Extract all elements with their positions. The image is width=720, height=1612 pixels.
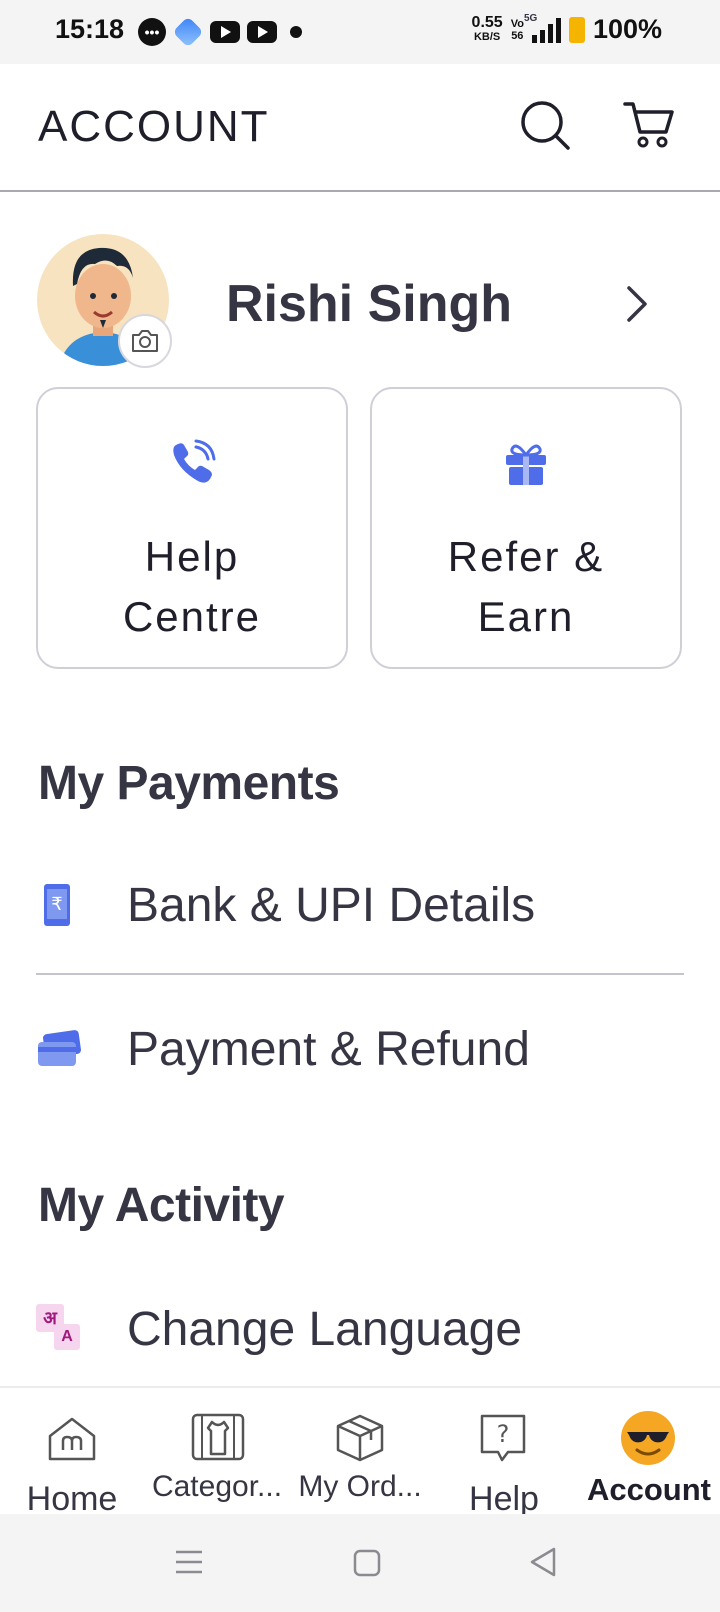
menu-icon[interactable]	[174, 1548, 204, 1576]
battery-icon	[568, 16, 585, 43]
home-icon	[48, 1417, 96, 1461]
chat-notification-icon: •••	[138, 18, 166, 46]
gift-icon	[506, 444, 546, 485]
list-item-label: Change Language	[127, 1303, 523, 1356]
help-icon: ?	[480, 1414, 526, 1462]
nav-home[interactable]: Home	[10, 1388, 134, 1518]
list-item-payment-refund[interactable]: Payment & Refund	[0, 996, 720, 1106]
battery-percent: 100%	[592, 14, 662, 44]
refer-earn-card[interactable]: Refer & Earn	[370, 387, 682, 669]
profile-row[interactable]: Rishi Singh	[0, 234, 720, 368]
card-label: Refer & Earn	[447, 533, 605, 640]
smiley-sunglasses-icon	[621, 1411, 675, 1465]
app-notification-icon	[172, 16, 204, 48]
language-icon: अ A	[36, 1304, 82, 1350]
youtube-icon	[210, 21, 240, 43]
svg-text:₹: ₹	[51, 894, 62, 915]
divider	[36, 973, 684, 975]
signal-icon: 5G	[524, 13, 561, 43]
bottom-nav: Home Categor... My Ord... ? Help Account	[0, 1386, 720, 1518]
system-navigation-bar	[0, 1514, 720, 1612]
box-icon	[336, 1414, 384, 1462]
nav-help[interactable]: ? Help	[446, 1388, 562, 1518]
list-item-label: Bank & UPI Details	[127, 879, 536, 932]
list-item-label: Payment & Refund	[127, 1023, 530, 1076]
camera-icon[interactable]	[118, 314, 172, 368]
chevron-right-icon[interactable]	[625, 284, 649, 324]
top-bar: ACCOUNT	[0, 64, 720, 192]
page-title: ACCOUNT	[38, 102, 270, 151]
categories-icon	[191, 1413, 245, 1461]
profile-name: Rishi Singh	[226, 275, 512, 333]
volte-indicator: Vo 56	[510, 17, 524, 42]
list-item-bank-upi[interactable]: ₹ Bank & UPI Details	[0, 852, 720, 962]
rupee-phone-icon: ₹	[44, 884, 70, 926]
home-square-icon[interactable]	[352, 1548, 382, 1578]
more-notifications-icon	[290, 26, 302, 38]
notification-icons: •••	[138, 16, 302, 48]
section-title-activity: My Activity	[38, 1179, 285, 1232]
nav-account[interactable]: Account	[578, 1388, 720, 1516]
help-centre-card[interactable]: Help Centre	[36, 387, 348, 669]
cart-icon[interactable]	[622, 98, 676, 152]
nav-categories[interactable]: Categor...	[146, 1388, 288, 1516]
search-icon[interactable]	[518, 98, 572, 152]
phone-call-icon	[173, 439, 216, 483]
net-speed: 0.55 KB/S	[471, 13, 503, 43]
list-item-change-language[interactable]: अ A Change Language	[0, 1276, 720, 1386]
nav-my-orders[interactable]: My Ord...	[290, 1388, 430, 1516]
back-icon[interactable]	[528, 1546, 558, 1578]
cards-icon	[38, 1030, 81, 1066]
status-time: 15:18	[55, 14, 125, 44]
status-bar: 15:18 ••• 0.55 KB/S Vo 56 5G 100%	[0, 0, 720, 64]
svg-text:?: ?	[497, 1420, 510, 1448]
card-label: Help Centre	[122, 533, 262, 640]
youtube-icon	[247, 21, 277, 43]
section-title-payments: My Payments	[38, 757, 340, 810]
